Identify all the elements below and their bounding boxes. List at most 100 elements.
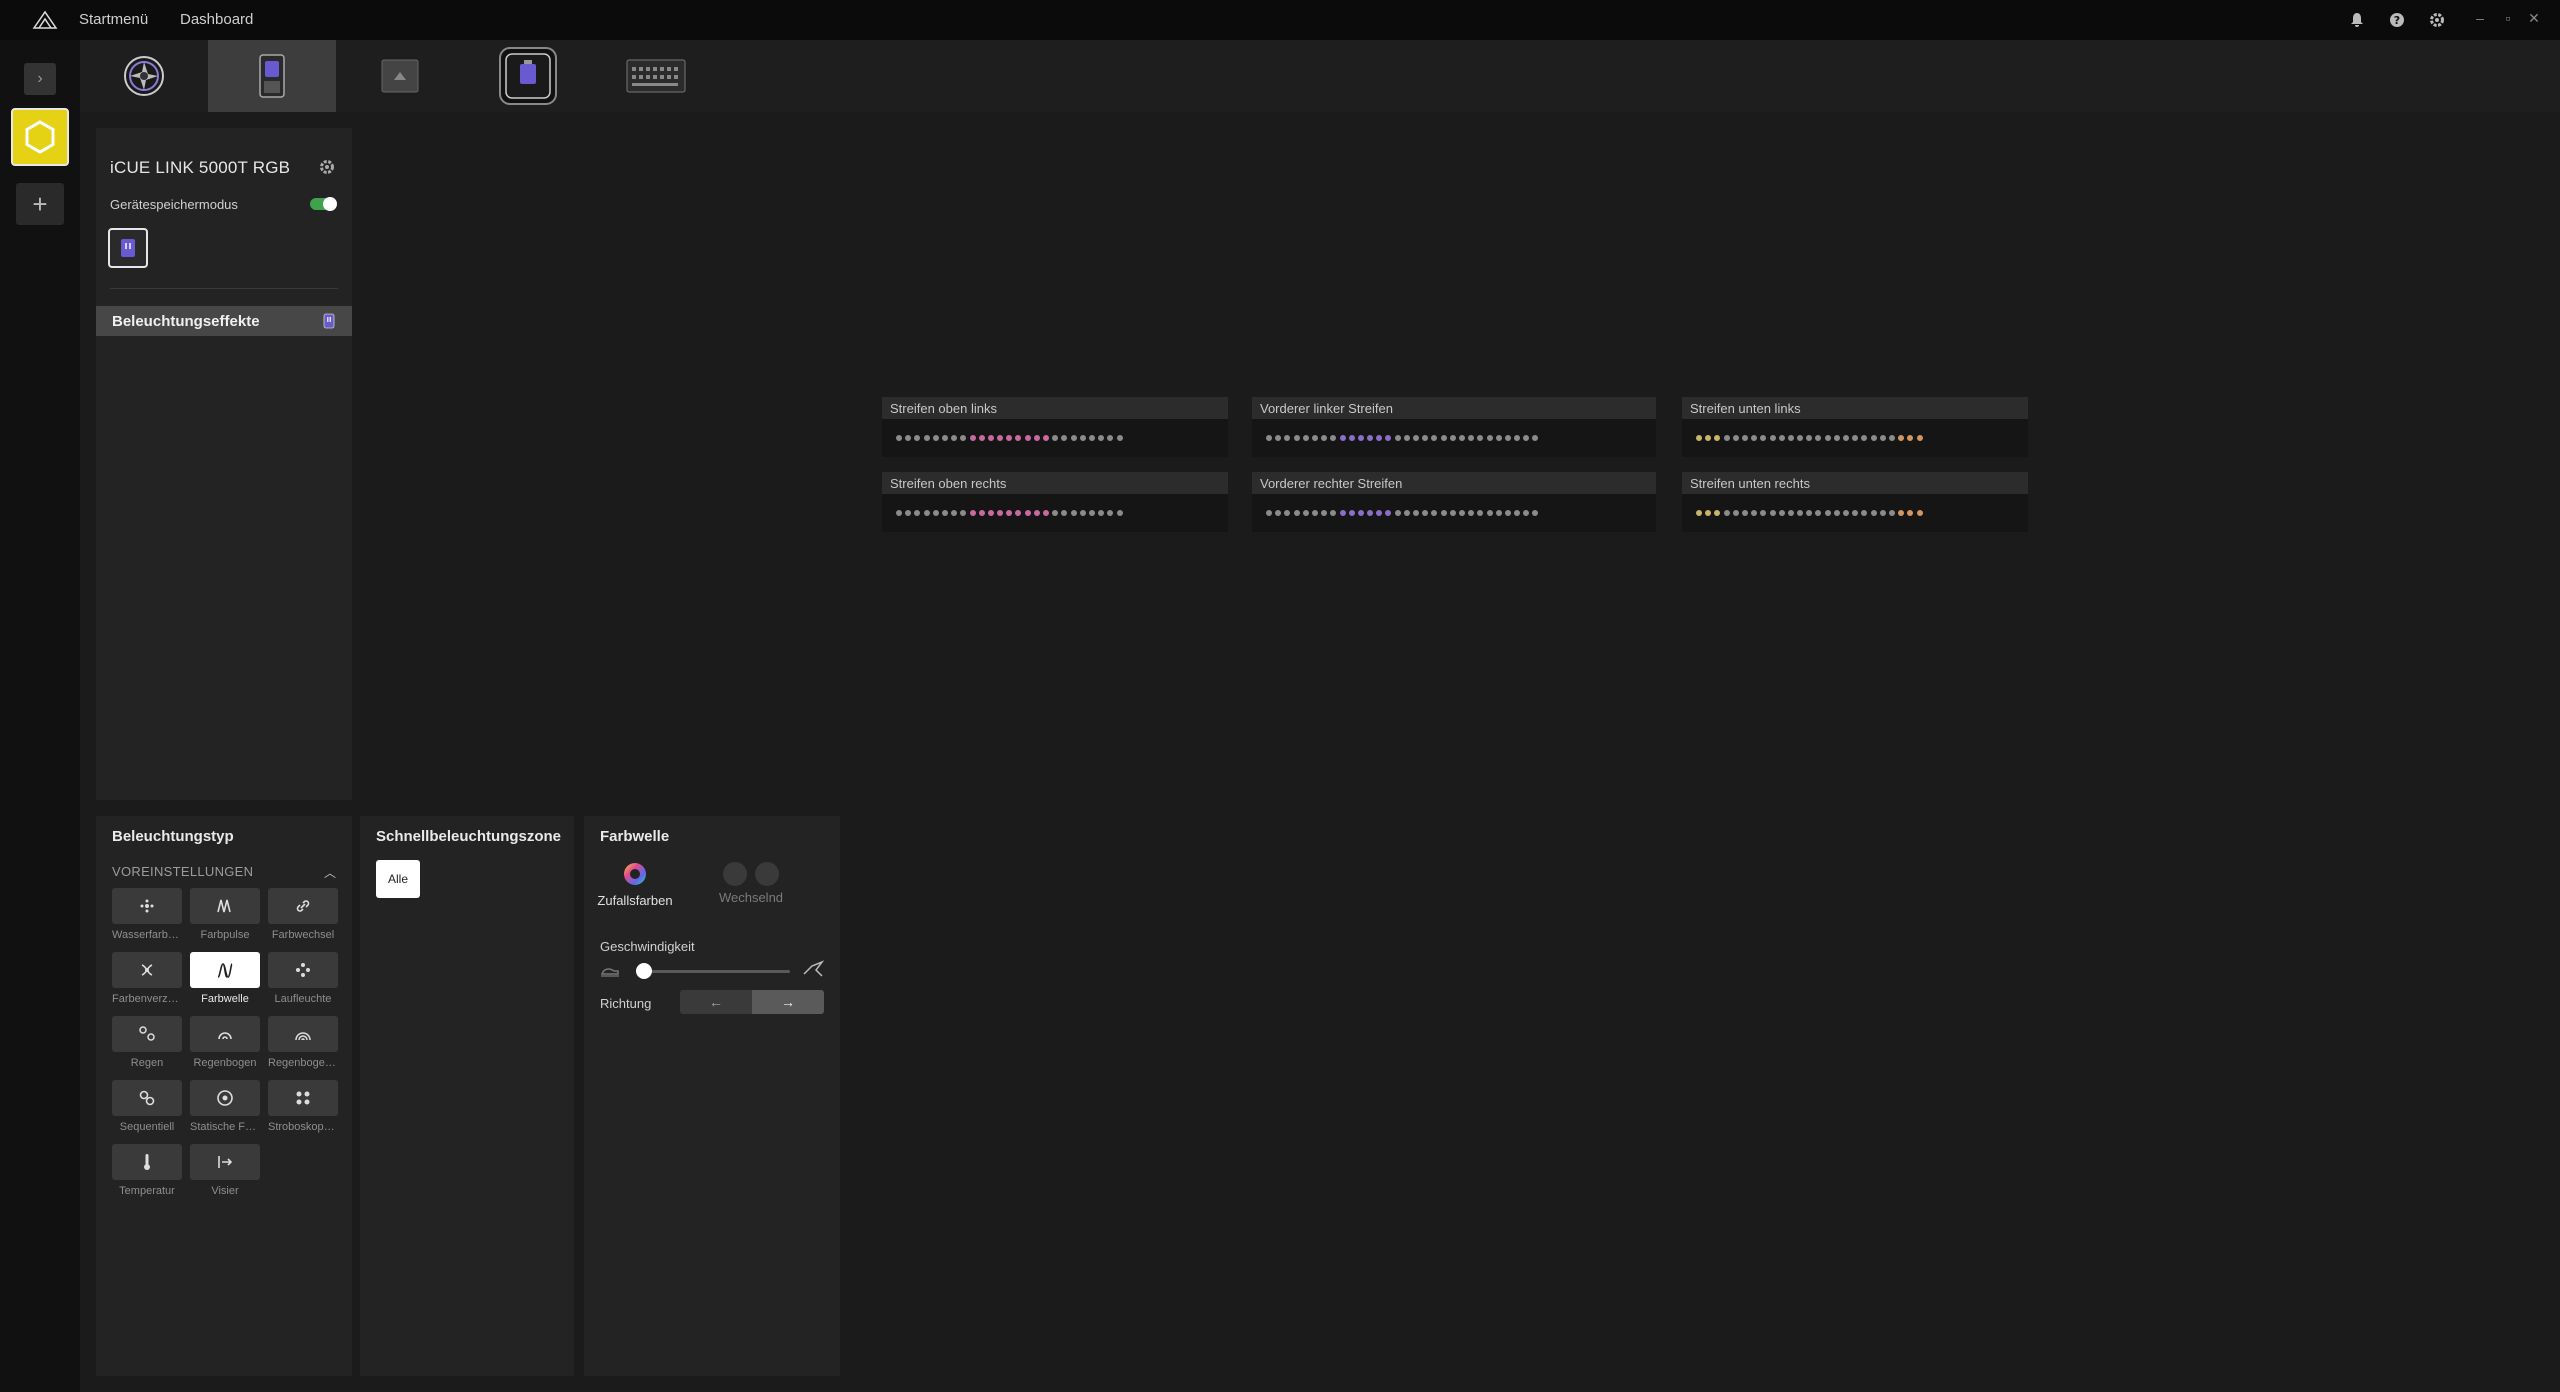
preset-label: Wasserfarbe... (112, 929, 182, 941)
memory-mode-toggle[interactable] (310, 197, 337, 211)
add-device-button[interactable]: + (16, 183, 64, 225)
preset-strobe[interactable]: Stroboskope... (268, 1080, 340, 1142)
led-dot (1376, 510, 1383, 516)
preset-rain[interactable]: Regen (112, 1016, 184, 1078)
pulse-icon[interactable] (190, 888, 260, 924)
led-zone[interactable]: Vorderer linker Streifen (1252, 397, 1656, 457)
random-colors-option[interactable]: Zufallsfarben (590, 862, 680, 908)
pump-icon (259, 54, 285, 98)
led-dot (905, 510, 912, 516)
lighting-type-title: Beleuchtungstyp (112, 828, 234, 845)
speed-slider-handle[interactable] (635, 963, 652, 979)
preset-visor[interactable]: Visier (190, 1144, 262, 1206)
rainbow-spiral-icon[interactable] (268, 1016, 338, 1052)
gear-icon[interactable] (2427, 10, 2447, 30)
device-tab-pump[interactable] (208, 40, 336, 112)
led-dot (1357, 510, 1364, 516)
led-dot (960, 435, 967, 441)
chevron-up-icon[interactable]: ︿ (324, 864, 336, 881)
device-tab-case[interactable] (336, 40, 464, 112)
led-strip (882, 419, 1228, 457)
rainbow-icon[interactable] (190, 1016, 260, 1052)
device-tab-fan[interactable] (80, 40, 208, 112)
led-zone[interactable]: Streifen oben links (882, 397, 1228, 457)
speed-slider-track[interactable] (636, 970, 790, 973)
speed-label: Geschwindigkeit (600, 939, 695, 954)
nav-startmenu[interactable]: Startmenü (79, 11, 148, 28)
divider (110, 288, 338, 289)
led-dot (1394, 510, 1401, 516)
device-tab-lcd[interactable] (464, 40, 592, 112)
preset-pulse[interactable]: Farbpulse (190, 888, 262, 950)
led-dot (1070, 510, 1077, 516)
preset-warp[interactable]: Farbenverzer... (112, 952, 184, 1014)
led-zone[interactable]: Vorderer rechter Streifen (1252, 472, 1656, 532)
preset-rainbow-spiral[interactable]: Regenbogen... (268, 1016, 340, 1078)
visor-icon[interactable] (190, 1144, 260, 1180)
led-dot (1815, 510, 1822, 516)
device-settings-gear-icon[interactable] (318, 158, 336, 176)
presets-header[interactable]: VOREINSTELLUNGEN (112, 864, 253, 879)
led-dot (1879, 435, 1886, 441)
help-icon[interactable]: ? (2387, 10, 2407, 30)
rain-icon[interactable] (112, 1016, 182, 1052)
led-dot (1514, 435, 1521, 441)
strobe-icon[interactable] (268, 1080, 338, 1116)
preset-rainbow[interactable]: Regenbogen (190, 1016, 262, 1078)
memory-mode-device-button[interactable] (108, 228, 148, 268)
close-icon[interactable]: ✕ (2526, 10, 2542, 30)
led-dot (1815, 435, 1822, 441)
minimize-icon[interactable]: – (2472, 10, 2488, 30)
static-color-icon[interactable] (190, 1080, 260, 1116)
bell-icon[interactable] (2347, 10, 2367, 30)
led-dot (1468, 510, 1475, 516)
preset-watercolor[interactable]: Wasserfarbe... (112, 888, 184, 950)
nav-dashboard[interactable]: Dashboard (180, 11, 253, 28)
led-zone[interactable]: Streifen unten links (1682, 397, 2028, 457)
watercolor-icon[interactable] (112, 888, 182, 924)
chevron-right-icon[interactable]: › (24, 63, 56, 95)
warp-icon[interactable] (112, 952, 182, 988)
zone-all-button[interactable]: Alle (376, 860, 420, 898)
device-tab-bar (80, 40, 2560, 112)
led-dot (1916, 510, 1923, 516)
wave-icon[interactable] (190, 952, 260, 988)
led-dot (932, 510, 939, 516)
led-dot (1778, 435, 1785, 441)
restore-icon[interactable]: ▫ (2500, 10, 2516, 30)
led-strip (1252, 494, 1656, 532)
led-dot (1440, 435, 1447, 441)
preset-wave[interactable]: Farbwelle (190, 952, 262, 1014)
rail-device-button[interactable] (11, 108, 69, 166)
direction-left-button[interactable]: ← (680, 990, 752, 1014)
preset-link[interactable]: Farbwechsel (268, 888, 340, 950)
led-dot (1321, 510, 1328, 516)
link-icon[interactable] (268, 888, 338, 924)
led-dot (1907, 510, 1914, 516)
direction-right-button[interactable]: → (752, 990, 824, 1014)
thermometer-icon[interactable] (112, 1144, 182, 1180)
preset-static-color[interactable]: Statische Far... (190, 1080, 262, 1142)
led-dot (1348, 435, 1355, 441)
led-zone[interactable]: Streifen oben rechts (882, 472, 1228, 532)
led-dot (1440, 510, 1447, 516)
marquee-icon[interactable] (268, 952, 338, 988)
alternating-option[interactable]: Wechselnd (706, 862, 796, 905)
led-zone-label: Streifen unten links (1682, 397, 2028, 419)
device-panel: iCUE LINK 5000T RGB Gerätespeichermodus … (96, 128, 352, 800)
led-strip (1252, 419, 1656, 457)
led-dot (1523, 435, 1530, 441)
lighting-effects-item[interactable]: Beleuchtungseffekte (96, 306, 352, 336)
corsair-logo[interactable] (32, 10, 58, 30)
led-zone[interactable]: Streifen unten rechts (1682, 472, 2028, 532)
preset-marquee[interactable]: Laufleuchte (268, 952, 340, 1014)
preset-sequential[interactable]: Sequentiell (112, 1080, 184, 1142)
preset-thermometer[interactable]: Temperatur (112, 1144, 184, 1206)
led-dot (969, 510, 976, 516)
sequential-icon[interactable] (112, 1080, 182, 1116)
effect-settings-panel: Farbwelle Zufallsfarben Wechselnd Geschw… (584, 816, 840, 1376)
device-tab-hub[interactable] (592, 40, 720, 112)
led-dot (1787, 510, 1794, 516)
swatch-icon (723, 862, 747, 886)
led-dot (1284, 435, 1291, 441)
